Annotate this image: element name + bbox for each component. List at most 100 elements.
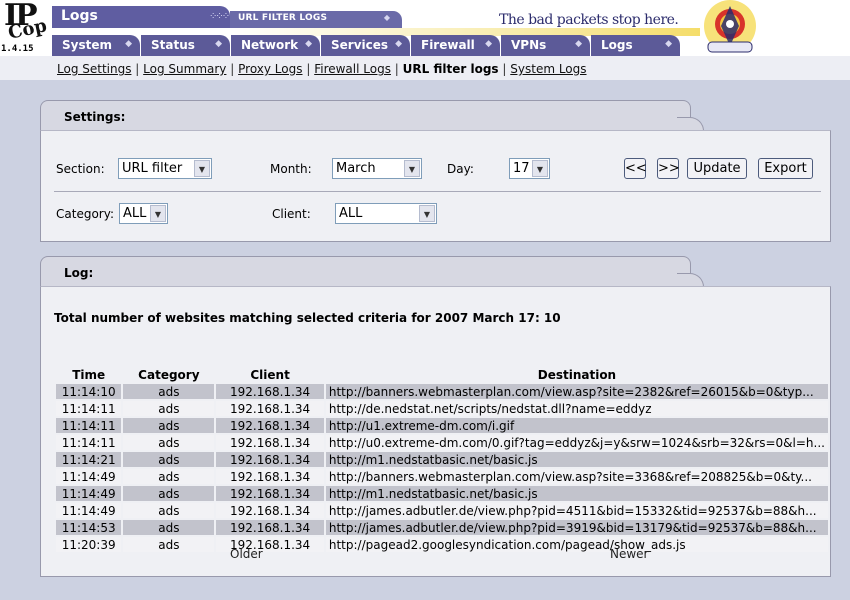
column-header-category[interactable]: Category — [123, 367, 214, 382]
client-select-value: ALL — [339, 206, 363, 221]
category-cell: ads — [123, 435, 215, 450]
separator: | — [135, 62, 140, 76]
column-header-client[interactable]: Client — [216, 367, 324, 382]
destination-cell[interactable]: http://de.nedstat.net/scripts/nedstat.dl… — [325, 401, 828, 416]
time-cell: 11:20:39 — [56, 537, 122, 552]
link-log-settings[interactable]: Log Settings — [57, 62, 131, 76]
time-cell: 11:14:49 — [56, 503, 122, 518]
month-select[interactable]: March ▼ — [332, 158, 422, 179]
destination-cell[interactable]: http://pagead2.googlesyndication.com/pag… — [325, 537, 828, 552]
table-row: 11:14:11 ads 192.168.1.34 http://u1.extr… — [56, 418, 828, 433]
client-cell: 192.168.1.34 — [216, 435, 324, 450]
ipcop-logo[interactable]: IP Cop 1.4.15 — [0, 0, 52, 56]
tab-network[interactable]: Network ◆ — [231, 35, 320, 56]
client-cell: 192.168.1.34 — [216, 418, 324, 433]
month-label: Month: — [270, 162, 312, 176]
table-row: 11:14:11 ads 192.168.1.34 http://de.neds… — [56, 401, 828, 416]
client-cell: 192.168.1.34 — [216, 384, 324, 399]
tab-status[interactable]: Status ◆ — [141, 35, 230, 56]
tab-logs[interactable]: Logs ◆ — [591, 35, 680, 56]
category-cell: ads — [123, 452, 215, 467]
link-firewall-logs[interactable]: Firewall Logs — [314, 62, 391, 76]
settings-panel: Settings: Section: URL filter ▼ Month: M… — [40, 100, 831, 242]
category-cell: ads — [123, 486, 215, 501]
day-select[interactable]: 17 ▼ — [509, 158, 550, 179]
export-button[interactable]: Export — [758, 158, 813, 179]
table-header-row: Time Category Client Destination — [56, 367, 828, 382]
section-select[interactable]: URL filter ▼ — [118, 158, 212, 179]
destination-cell[interactable]: http://u1.extreme-dm.com/i.gif — [325, 418, 828, 433]
tab-services[interactable]: Services ◆ — [321, 35, 410, 56]
destination-cell[interactable]: http://m1.nedstatbasic.net/basic.js — [325, 486, 828, 501]
separator: | — [230, 62, 235, 76]
link-proxy-logs[interactable]: Proxy Logs — [238, 62, 302, 76]
table-row: 11:14:53 ads 192.168.1.34 http://james.a… — [56, 520, 828, 535]
settings-panel-tab: Settings: — [40, 100, 704, 132]
next-day-button[interactable]: >> — [657, 158, 680, 179]
main-tabs: System ◆ Status ◆ Network ◆ Services ◆ F… — [52, 35, 850, 56]
log-box: Total number of websites matching select… — [40, 286, 831, 577]
section-title: Logs — [61, 8, 98, 24]
time-cell: 11:14:21 — [56, 452, 122, 467]
link-url-filter-logs[interactable]: URL filter logs — [403, 62, 499, 76]
chevron-down-icon: ▼ — [532, 160, 548, 177]
link-log-summary[interactable]: Log Summary — [143, 62, 226, 76]
category-cell: ads — [123, 503, 215, 518]
url-filter-logs-tab[interactable]: URL FILTER LOGS ◆ — [230, 11, 402, 28]
previous-day-button[interactable]: << — [624, 158, 647, 179]
older-link[interactable]: Older — [230, 547, 263, 561]
tab-system[interactable]: System ◆ — [52, 35, 140, 56]
category-select[interactable]: ALL ▼ — [119, 203, 168, 224]
table-row: 11:14:21 ads 192.168.1.34 http://m1.neds… — [56, 452, 828, 467]
category-select-value: ALL — [123, 206, 147, 221]
link-system-logs[interactable]: System Logs — [510, 62, 586, 76]
category-cell: ads — [123, 384, 215, 399]
separator: | — [394, 62, 399, 76]
client-cell: 192.168.1.34 — [216, 520, 324, 535]
table-row: 11:14:49 ads 192.168.1.34 http://james.a… — [56, 503, 828, 518]
header: IP Cop 1.4.15 Logs ⁘⁘⁘ URL FILTER LOGS ◆… — [0, 0, 850, 56]
separator: | — [502, 62, 507, 76]
tab-firewall[interactable]: Firewall ◆ — [411, 35, 500, 56]
table-row: 11:14:10 ads 192.168.1.34 http://banners… — [56, 384, 828, 399]
tab-logs-label: Logs — [601, 38, 633, 52]
day-select-value: 17 — [513, 161, 530, 176]
client-cell: 192.168.1.34 — [216, 469, 324, 484]
client-cell: 192.168.1.34 — [216, 452, 324, 467]
diamond-icon: ◆ — [383, 13, 390, 22]
column-header-destination[interactable]: Destination — [326, 367, 828, 382]
category-cell: ads — [123, 537, 215, 552]
category-cell: ads — [123, 469, 215, 484]
diamond-icon: ◆ — [575, 39, 582, 49]
log-table: Time Category Client Destination 11:14:1… — [54, 365, 830, 554]
client-select[interactable]: ALL ▼ — [335, 203, 437, 224]
column-header-time[interactable]: Time — [56, 367, 121, 382]
destination-cell[interactable]: http://banners.webmasterplan.com/view.as… — [325, 384, 828, 399]
separator: | — [306, 62, 311, 76]
section-title-bar: Logs ⁘⁘⁘ — [52, 6, 230, 28]
diamond-icon: ◆ — [485, 39, 492, 49]
destination-cell[interactable]: http://banners.webmasterplan.com/view.as… — [325, 469, 828, 484]
category-cell: ads — [123, 401, 215, 416]
update-button[interactable]: Update — [687, 158, 747, 179]
chevron-down-icon: ▼ — [194, 160, 210, 177]
newer-link[interactable]: Newer — [610, 547, 649, 561]
destination-cell[interactable]: http://u0.extreme-dm.com/0.gif?tag=eddyz… — [325, 435, 828, 450]
client-label: Client: — [272, 207, 311, 221]
chevron-down-icon: ▼ — [404, 160, 420, 177]
destination-cell[interactable]: http://james.adbutler.de/view.php?pid=39… — [325, 520, 828, 535]
breadcrumb: Log Settings | Log Summary | Proxy Logs … — [57, 62, 587, 76]
chevron-down-icon: ▼ — [419, 205, 435, 222]
settings-title: Settings: — [64, 110, 126, 124]
log-panel: Log: Total number of websites matching s… — [40, 256, 831, 577]
diamond-icon: ◆ — [395, 39, 402, 49]
slogan: The bad packets stop here. — [499, 12, 679, 28]
destination-cell[interactable]: http://james.adbutler.de/view.php?pid=45… — [325, 503, 828, 518]
client-cell: 192.168.1.34 — [216, 503, 324, 518]
log-summary: Total number of websites matching select… — [54, 311, 561, 325]
settings-box: Section: URL filter ▼ Month: March ▼ Day… — [40, 130, 831, 242]
table-row: 11:20:39 ads 192.168.1.34 http://pagead2… — [56, 537, 828, 552]
tab-vpns[interactable]: VPNs ◆ — [501, 35, 590, 56]
destination-cell[interactable]: http://m1.nedstatbasic.net/basic.js — [325, 452, 828, 467]
log-rows: 11:14:10 ads 192.168.1.34 http://banners… — [56, 384, 828, 552]
